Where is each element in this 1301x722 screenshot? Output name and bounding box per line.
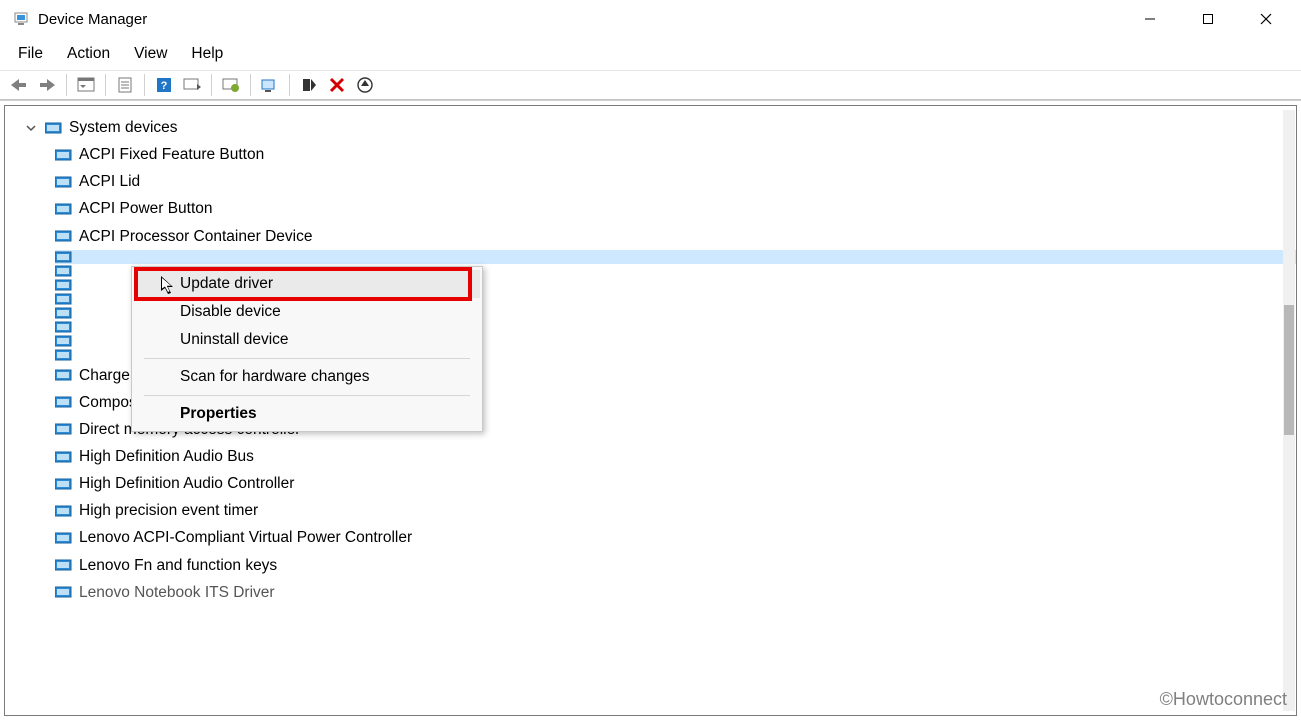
device-icon (55, 306, 73, 320)
uninstall-device-button[interactable] (324, 73, 350, 97)
tree-item-label: Lenovo Fn and function keys (79, 552, 277, 579)
device-icon (55, 250, 73, 264)
toolbar: ? (0, 70, 1301, 100)
context-scan-hardware[interactable]: Scan for hardware changes (134, 363, 480, 391)
context-separator (144, 358, 470, 359)
tree-item[interactable]: Lenovo Fn and function keys (55, 552, 1296, 579)
tree-item[interactable]: Lenovo Notebook ITS Driver (55, 579, 1296, 606)
tree-item-label: High Definition Audio Controller (79, 470, 294, 497)
context-menu: Update driver Disable device Uninstall d… (131, 266, 483, 432)
vertical-scrollbar[interactable] (1283, 110, 1295, 711)
device-icon (55, 320, 73, 334)
svg-text:?: ? (161, 80, 168, 92)
watermark-text: ©Howtoconnect (1160, 689, 1287, 710)
menu-view[interactable]: View (122, 41, 179, 67)
tree-item-label: High Definition Audio Bus (79, 443, 254, 470)
device-icon (55, 531, 73, 545)
update-driver-button[interactable] (218, 73, 244, 97)
context-uninstall-device[interactable]: Uninstall device (134, 326, 480, 354)
menubar: File Action View Help (0, 38, 1301, 70)
tree-item-label: ACPI Power Button (79, 195, 213, 222)
content-area: System devices ACPI Fixed Feature Button… (0, 100, 1301, 720)
context-update-driver[interactable]: Update driver (134, 270, 480, 298)
device-icon (55, 229, 73, 243)
tree-item-label: High precision event timer (79, 497, 258, 524)
context-properties[interactable]: Properties (134, 400, 480, 428)
mouse-cursor-icon (161, 276, 177, 299)
tree-category-row[interactable]: System devices (25, 114, 1296, 141)
add-legacy-hardware-button[interactable] (352, 73, 378, 97)
tree-item[interactable]: High Definition Audio Controller (55, 470, 1296, 497)
device-manager-icon (12, 10, 30, 28)
enable-device-button[interactable] (257, 73, 283, 97)
close-button[interactable] (1237, 0, 1295, 38)
scan-hardware-button[interactable] (179, 73, 205, 97)
tree-item[interactable]: ACPI Fixed Feature Button (55, 141, 1296, 168)
device-icon (55, 504, 73, 518)
device-icon (55, 477, 73, 491)
window-title: Device Manager (38, 11, 147, 28)
category-label: System devices (69, 114, 178, 141)
device-icon (55, 585, 73, 599)
tree-item-label: Lenovo Notebook ITS Driver (79, 579, 275, 606)
tree-item-label: ACPI Fixed Feature Button (79, 141, 264, 168)
device-icon (55, 558, 73, 572)
tree-panel: System devices ACPI Fixed Feature Button… (4, 105, 1297, 716)
maximize-button[interactable] (1179, 0, 1237, 38)
device-icon (55, 278, 73, 292)
tree-item[interactable]: Lenovo ACPI-Compliant Virtual Power Cont… (55, 524, 1296, 551)
menu-file[interactable]: File (6, 41, 55, 67)
tree-item-label: ACPI Processor Container Device (79, 223, 312, 250)
device-icon (55, 148, 73, 162)
tree-item-label: Lenovo ACPI-Compliant Virtual Power Cont… (79, 524, 412, 551)
device-icon (55, 264, 73, 278)
device-icon (55, 175, 73, 189)
scrollbar-thumb[interactable] (1284, 305, 1294, 435)
tree-item[interactable]: High precision event timer (55, 497, 1296, 524)
context-disable-device[interactable]: Disable device (134, 298, 480, 326)
tree-item[interactable]: High Definition Audio Bus (55, 443, 1296, 470)
disable-device-button[interactable] (296, 73, 322, 97)
properties-button[interactable] (112, 73, 138, 97)
device-icon (55, 450, 73, 464)
device-icon (55, 334, 73, 348)
tree-item[interactable] (55, 250, 1296, 264)
titlebar: Device Manager (0, 0, 1301, 38)
device-icon (55, 395, 73, 409)
nav-back-button[interactable] (6, 73, 32, 97)
folder-device-icon (45, 121, 63, 135)
tree-item[interactable]: ACPI Processor Container Device (55, 223, 1296, 250)
context-separator (144, 395, 470, 396)
tree-item[interactable]: ACPI Power Button (55, 195, 1296, 222)
show-hide-tree-button[interactable] (73, 73, 99, 97)
tree-item-label: ACPI Lid (79, 168, 140, 195)
menu-help[interactable]: Help (179, 41, 235, 67)
help-button[interactable]: ? (151, 73, 177, 97)
device-icon (55, 348, 73, 362)
minimize-button[interactable] (1121, 0, 1179, 38)
menu-action[interactable]: Action (55, 41, 122, 67)
nav-forward-button[interactable] (34, 73, 60, 97)
chevron-down-icon[interactable] (25, 122, 37, 134)
device-icon (55, 292, 73, 306)
tree-item[interactable]: ACPI Lid (55, 168, 1296, 195)
device-icon (55, 368, 73, 382)
device-icon (55, 202, 73, 216)
device-icon (55, 422, 73, 436)
